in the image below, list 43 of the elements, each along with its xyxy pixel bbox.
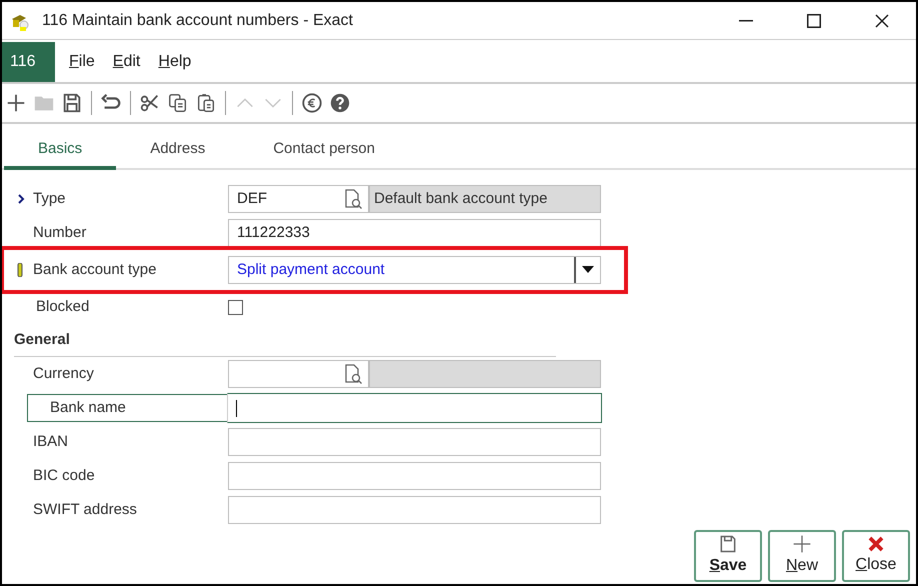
field-label: Type	[33, 188, 66, 209]
tab[interactable]: Basics	[4, 138, 116, 170]
plus-icon[interactable]	[5, 92, 27, 114]
plus-icon[interactable]	[792, 534, 812, 554]
field-label: BIC code	[33, 466, 95, 486]
field-label: Currency	[33, 364, 94, 384]
field-label: IBAN	[33, 432, 68, 452]
help-icon[interactable]	[329, 92, 351, 114]
text-field[interactable]: 111222333	[228, 219, 601, 247]
menu-item[interactable]: Help	[158, 50, 192, 74]
lookup-field[interactable]	[228, 360, 369, 388]
module-badge: 116	[2, 42, 55, 82]
euro-icon[interactable]	[301, 92, 323, 114]
text-field[interactable]	[228, 462, 601, 490]
clipboard-icon[interactable]	[195, 92, 217, 114]
field-label: SWIFT address	[33, 500, 137, 520]
dropdown-field[interactable]: Split payment account	[228, 256, 601, 284]
section-heading: General	[14, 331, 70, 348]
lookup-field[interactable]: DEF	[228, 185, 369, 213]
text-cursor	[236, 400, 237, 416]
text-field[interactable]	[228, 496, 601, 524]
menu-item[interactable]: Edit	[112, 50, 140, 74]
minimize-icon[interactable]	[739, 20, 753, 22]
field-label: Blocked	[36, 296, 90, 317]
save-icon[interactable]	[61, 92, 83, 114]
tab[interactable]: Address	[116, 138, 240, 170]
new-button[interactable]: New	[768, 530, 836, 582]
maximize-icon[interactable]	[807, 14, 821, 28]
checkbox[interactable]	[228, 300, 243, 314]
close-button[interactable]: Close	[842, 530, 910, 582]
menu-item[interactable]: File	[69, 50, 95, 74]
text-field[interactable]	[228, 428, 601, 456]
window-title: 116 Maintain bank account numbers - Exact	[42, 10, 353, 30]
scissors-icon[interactable]	[139, 92, 161, 114]
field-label: Bank account type	[33, 260, 156, 280]
description-field: Default bank account type	[369, 185, 601, 213]
field-label: Number	[33, 222, 86, 243]
save-button[interactable]: Save	[694, 530, 762, 582]
close-icon[interactable]	[875, 14, 889, 28]
tab[interactable]: Contact person	[239, 138, 409, 170]
save-icon[interactable]	[718, 534, 738, 554]
copy-icon[interactable]	[167, 92, 189, 114]
field-label: Bank name	[50, 398, 126, 418]
